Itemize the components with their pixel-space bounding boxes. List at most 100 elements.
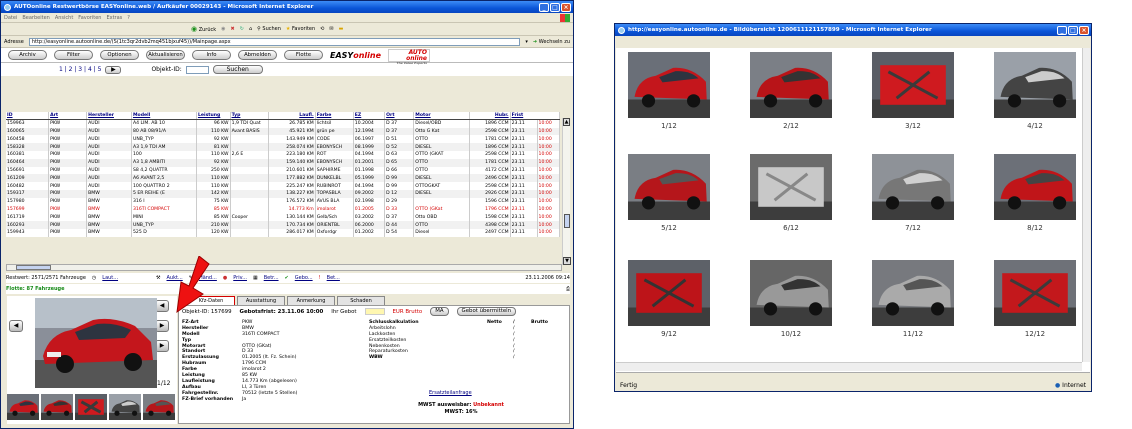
col-leistung[interactable]: Leistung — [196, 112, 231, 121]
info-button[interactable]: Info — [192, 50, 231, 60]
home-icon[interactable]: ⌂ — [249, 26, 252, 32]
col-laufl[interactable]: Laufl. — [268, 112, 316, 121]
table-vertical-scrollbar[interactable]: ▲ ▼ — [562, 118, 571, 265]
link-gebo[interactable]: Gebo... — [295, 275, 313, 281]
back-button[interactable]: ◉ Zurück — [191, 25, 216, 33]
address-input[interactable]: http://easyonline.autoonline.de/(S(1tc3q… — [28, 37, 521, 46]
col-ez[interactable]: EZ — [353, 112, 386, 121]
table-row[interactable]: 160482 PKW AUDI 100 QUATTRO 2 110 KW 225.247 … — [6, 182, 561, 190]
overview-photo[interactable] — [750, 52, 832, 118]
thumbnail[interactable] — [75, 394, 107, 422]
stop-icon[interactable]: ✖ — [231, 26, 235, 32]
col-motor[interactable]: Motor — [413, 112, 471, 121]
optionen-button[interactable]: Optionen — [100, 50, 139, 60]
table-row[interactable]: 158328 PKW AUDI A3 1,9 TDI AM 81 KW 258.074 K… — [6, 143, 561, 151]
overview-photo[interactable] — [994, 260, 1076, 326]
table-row[interactable]: 160065 PKW AUDI 80 AB 08/91/A 110 KW Avant BA… — [6, 127, 561, 136]
link-priv[interactable]: Priv... — [233, 275, 247, 281]
link-laut[interactable]: Laut... — [102, 275, 118, 281]
table-row[interactable]: 160381 PKW AUDI 100 110 KW 2,6 E 223.180 KM ROT… — [6, 150, 561, 159]
close-button[interactable]: × — [561, 2, 571, 12]
overview-photo[interactable] — [750, 154, 832, 220]
link-bet[interactable]: Bet... — [327, 275, 340, 281]
menu-extras[interactable]: Extras — [106, 15, 122, 21]
next-page-button[interactable]: ▶ — [105, 65, 122, 74]
gebot-uebermitteln-button[interactable]: Gebot übermitteln — [456, 307, 517, 316]
table-row[interactable]: 157699 PKW BMW 316TI COMPACT 85 KW 14.773 Km i… — [6, 205, 561, 214]
table-row[interactable]: 160464 PKW AUDI A3 1,8 AMBITI 92 KW 159.140 K… — [6, 158, 561, 167]
thumbnail[interactable] — [41, 394, 73, 422]
link-betr[interactable]: Betr... — [264, 275, 279, 281]
refresh-icon[interactable]: ↻ — [240, 26, 244, 32]
main-vehicle-photo[interactable] — [35, 298, 157, 388]
overview-photo[interactable] — [872, 52, 954, 118]
forward-button[interactable]: ◉ — [221, 26, 225, 32]
vertical-scrollbar-2[interactable] — [1082, 48, 1090, 362]
minimize-button-2[interactable]: _ — [1057, 25, 1067, 35]
archiv-button[interactable]: Archiv — [8, 50, 47, 60]
hscroll-thumb[interactable] — [16, 265, 51, 270]
menu-bearbeiten[interactable]: Bearbeiten — [22, 15, 49, 21]
table-row[interactable]: 159943 PKW BMW 525 D 120 KW 286.017 KM Oxfordg… — [6, 228, 561, 237]
thumbnail[interactable] — [143, 394, 175, 422]
overview-photo[interactable] — [628, 154, 710, 220]
scroll-down-icon[interactable]: ▼ — [563, 257, 571, 265]
col-frist[interactable]: Frist — [510, 112, 561, 121]
thumbnail[interactable] — [109, 394, 141, 422]
gebot-input[interactable] — [364, 308, 385, 315]
maximize-button-2[interactable]: □ — [1068, 25, 1078, 35]
pic-next-button[interactable]: ▶ — [155, 320, 169, 332]
abmelden-button[interactable]: Abmelden — [238, 50, 277, 60]
thumbnail[interactable] — [7, 394, 39, 422]
menu-datei[interactable]: Datei — [4, 15, 17, 21]
folder-icon[interactable]: ▬ — [339, 26, 344, 32]
menu-help[interactable]: ? — [127, 15, 130, 21]
tab-ausstattung[interactable]: Ausstattung — [237, 296, 285, 305]
table-row[interactable]: 160458 PKW AUDI UNB_TYP 92 KW 143.949 KM CODE 0… — [6, 135, 561, 144]
overview-photo[interactable] — [872, 260, 954, 326]
table-row[interactable]: 157980 PKW BMW 316 I 75 KW 176.572 KM AVUS BLA… — [6, 197, 561, 206]
overview-photo[interactable] — [872, 154, 954, 220]
aktualisieren-button[interactable]: Aktualisieren — [146, 50, 185, 60]
objekt-id-input[interactable] — [185, 65, 209, 74]
col-ort[interactable]: Ort — [384, 112, 415, 121]
table-row[interactable]: 159317 PKW BMW 5 ER REIHE (E 142 KW 138.227 K… — [6, 189, 561, 198]
table-row[interactable]: 159963 PKW AUDI A4 LIM. AB 10 96 KW 1,9 TDI Q… — [6, 119, 561, 128]
pic-last-button[interactable]: ▶ — [155, 340, 169, 352]
overview-photo[interactable] — [628, 52, 710, 118]
table-horizontal-scrollbar[interactable] — [6, 264, 562, 271]
printer-icon[interactable]: ⎙ — [566, 286, 570, 292]
menu-favoriten[interactable]: Favoriten — [78, 15, 101, 21]
horizontal-scrollbar-2[interactable] — [616, 362, 1082, 371]
overview-photo[interactable] — [994, 154, 1076, 220]
overview-photo[interactable] — [994, 52, 1076, 118]
dropdown-icon[interactable]: ▾ — [525, 39, 528, 45]
overview-photo[interactable] — [628, 260, 710, 326]
tab-anmerkung[interactable]: Anmerkung — [287, 296, 335, 305]
table-row[interactable]: 161209 PKW AUDI A6 AVANT 2,5 110 KW 177.882 K… — [6, 174, 561, 183]
col-farbe[interactable]: Farbe — [315, 112, 354, 121]
favorites-toolbar-button[interactable]: ★ Favoriten — [286, 26, 315, 32]
col-modell[interactable]: Modell — [131, 112, 197, 121]
tab-schaden[interactable]: Schaden — [337, 296, 385, 305]
overview-photo[interactable] — [750, 260, 832, 326]
minimize-button[interactable]: _ — [539, 2, 549, 12]
filter-button[interactable]: Filter — [54, 50, 93, 60]
page-links[interactable]: 1 | 2 | 3 | 4 | 5 — [59, 66, 101, 73]
maximize-button[interactable]: □ — [550, 2, 560, 12]
col-typ[interactable]: Typ — [230, 112, 269, 121]
table-row[interactable]: 160293 PKW BMW UNB_TYP 210 KW 170.734 KM ORIEN… — [6, 221, 561, 229]
col-art[interactable]: Art — [48, 112, 88, 121]
pic-prev-button[interactable]: ◀ — [9, 320, 23, 332]
table-row[interactable]: 161719 PKW BMW MINI 85 KW Cooper 130.144 KM Gel… — [6, 213, 561, 222]
ma-button[interactable]: MA — [430, 307, 449, 316]
close-button-2[interactable]: × — [1079, 25, 1089, 35]
mail-icon[interactable]: ✉ — [329, 26, 333, 32]
flotte-button[interactable]: Flotte — [284, 50, 323, 60]
suchen-button[interactable]: Suchen — [212, 65, 263, 74]
search-toolbar-button[interactable]: ⚲ Suchen — [257, 26, 281, 32]
scroll-up-icon[interactable]: ▲ — [563, 118, 570, 126]
scroll-thumb[interactable] — [564, 214, 570, 228]
history-icon[interactable]: ⟲ — [320, 26, 324, 32]
ersatzteilanfrage-link[interactable]: Ersatzteilanfrage — [429, 390, 472, 396]
